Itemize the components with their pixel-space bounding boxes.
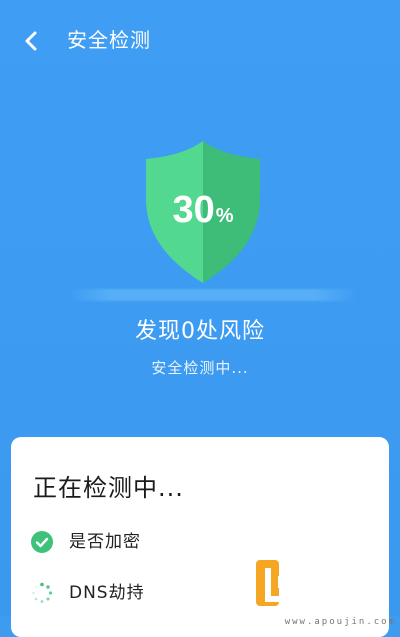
site-watermark: 欧金软件园 www.apoujin.com [256, 560, 396, 627]
page-title: 安全检测 [67, 28, 151, 52]
check-item-label: DNS劫持 [69, 583, 145, 603]
card-title: 正在检测中... [33, 474, 184, 502]
check-item-dns-hijack: DNS劫持 [31, 581, 145, 605]
check-item-label: 是否加密 [69, 532, 141, 552]
header: 安全检测 [0, 0, 400, 82]
security-check-screen: 安全检测 30% 发现0处风险 安全检测中... 正在检测中... 是否加密 D… [0, 0, 400, 637]
back-button[interactable] [14, 24, 48, 58]
check-circle-icon [31, 531, 53, 553]
percent-value: 30 [172, 189, 215, 231]
watermark-url: www.apoujin.com [284, 617, 396, 627]
check-item-encryption: 是否加密 [31, 530, 141, 554]
risk-count-text: 发现0处风险 [135, 319, 265, 344]
watermark-title: 欧金软件园 [284, 561, 377, 615]
watermark-text: 欧金软件园 www.apoujin.com [284, 560, 396, 628]
loading-spinner-icon [31, 582, 53, 604]
site-logo-icon [256, 560, 293, 606]
percent-sign: % [215, 205, 234, 227]
scan-status-text: 安全检测中... [151, 359, 249, 377]
scan-percent: 30% [140, 188, 266, 238]
chevron-left-icon [25, 31, 37, 51]
scan-progress-glow [68, 289, 358, 301]
